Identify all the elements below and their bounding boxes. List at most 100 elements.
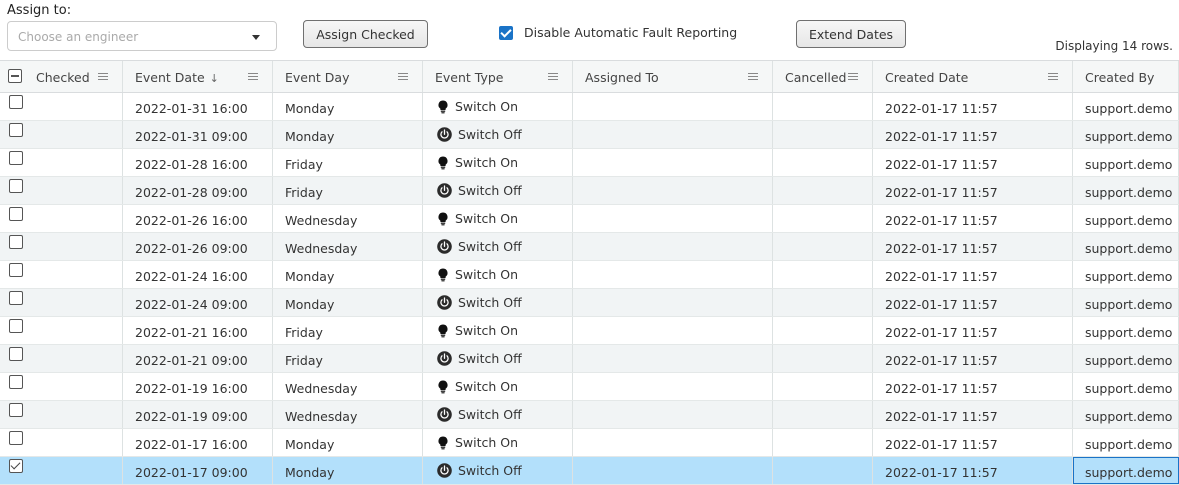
table-row[interactable]: 2022-01-26 09:00 Wednesday Switch Off 2022-… [0, 233, 1179, 261]
cell-checked[interactable] [0, 205, 123, 232]
row-checkbox[interactable] [9, 403, 23, 417]
cell-event-day: Monday [273, 261, 423, 288]
cell-assigned-to [573, 289, 773, 316]
cell-event-day: Friday [273, 149, 423, 176]
row-checkbox[interactable] [9, 431, 23, 445]
cell-created-by: support.demo [1073, 345, 1179, 372]
cell-event-type: Switch Off [423, 457, 573, 484]
cell-checked[interactable] [0, 401, 123, 428]
disable-fault-reporting-toggle[interactable]: Disable Automatic Fault Reporting [499, 25, 737, 40]
row-checkbox[interactable] [9, 319, 23, 333]
cell-event-date: 2022-01-28 16:00 [123, 149, 273, 176]
cell-event-type: Switch Off [423, 345, 573, 372]
created-date-value: 2022-01-17 11:57 [885, 129, 998, 144]
cell-cancelled [773, 345, 873, 372]
event-type-label: Switch Off [458, 351, 522, 366]
toolbar: Assign to: Choose an engineer Assign Che… [0, 0, 1179, 60]
column-header-label: Checked [36, 70, 90, 85]
engineer-select[interactable]: Choose an engineer [7, 21, 277, 51]
disable-fault-reporting-checkbox[interactable] [499, 25, 513, 40]
row-checkbox[interactable] [9, 263, 23, 277]
table-row[interactable]: 2022-01-19 16:00 Wednesday Switch On 2022-0… [0, 373, 1179, 401]
cell-created-by: support.demo [1073, 205, 1179, 232]
sort-descending-icon[interactable]: ↓ [210, 72, 219, 85]
cell-assigned-to [573, 345, 773, 372]
menu-icon[interactable] [398, 73, 408, 80]
table-row[interactable]: 2022-01-17 16:00 Monday Switch On 2022-01-1… [0, 429, 1179, 457]
row-checkbox[interactable] [9, 291, 23, 305]
cell-cancelled [773, 149, 873, 176]
column-header-cancelled[interactable]: Cancelled [773, 61, 873, 92]
event-day-value: Monday [285, 101, 335, 116]
event-type-value: Switch Off [437, 351, 522, 366]
cell-checked[interactable] [0, 233, 123, 260]
table-row[interactable]: 2022-01-21 09:00 Friday Switch Off 2022-01-… [0, 345, 1179, 373]
column-header-text-wrap: Event Type [435, 70, 504, 85]
event-type-label: Switch On [455, 379, 519, 394]
row-checkbox[interactable] [9, 347, 23, 361]
table-row[interactable]: 2022-01-31 09:00 Monday Switch Off 2022-01-… [0, 121, 1179, 149]
cell-cancelled [773, 93, 873, 120]
cell-checked[interactable] [0, 261, 123, 288]
menu-icon[interactable] [548, 73, 558, 80]
column-header-event-day[interactable]: Event Day [273, 61, 423, 92]
table-row[interactable]: 2022-01-26 16:00 Wednesday Switch On 2022-0… [0, 205, 1179, 233]
cell-checked[interactable] [0, 289, 123, 316]
menu-icon[interactable] [748, 73, 758, 80]
column-header-event-type[interactable]: Event Type [423, 61, 573, 92]
select-all-checkbox[interactable] [8, 69, 22, 83]
cell-checked[interactable] [0, 149, 123, 176]
cell-event-day: Friday [273, 345, 423, 372]
cell-assigned-to [573, 429, 773, 456]
cell-assigned-to [573, 205, 773, 232]
column-header-checked[interactable]: Checked [0, 61, 123, 92]
column-header-event-date[interactable]: Event Date ↓ [123, 61, 273, 92]
row-checkbox[interactable] [9, 459, 23, 473]
cell-assigned-to [573, 149, 773, 176]
menu-icon[interactable] [848, 73, 858, 80]
table-row[interactable]: 2022-01-17 09:00 Monday Switch Off 2022-01-… [0, 457, 1179, 485]
table-row[interactable]: 2022-01-28 09:00 Friday Switch Off 2022-01-… [0, 177, 1179, 205]
column-header-created-by[interactable]: Created By [1073, 61, 1179, 92]
table-row[interactable]: 2022-01-31 16:00 Monday Switch On 2022-01-1… [0, 93, 1179, 121]
cell-checked[interactable] [0, 177, 123, 204]
column-header-text-wrap: Created Date [885, 70, 968, 85]
event-day-value: Friday [285, 353, 323, 368]
menu-icon[interactable] [98, 73, 108, 80]
cell-checked[interactable] [0, 317, 123, 344]
table-row[interactable]: 2022-01-21 16:00 Friday Switch On 2022-01-1… [0, 317, 1179, 345]
event-type-value: Switch On [437, 211, 518, 226]
table-row[interactable]: 2022-01-28 16:00 Friday Switch On 2022-01-1… [0, 149, 1179, 177]
cell-created-date: 2022-01-17 11:57 [873, 261, 1073, 288]
cell-event-type: Switch On [423, 429, 573, 456]
event-day-value: Wednesday [285, 241, 358, 256]
event-date-value: 2022-01-17 09:00 [135, 465, 248, 480]
cell-event-date: 2022-01-31 16:00 [123, 93, 273, 120]
power-icon [437, 463, 452, 478]
column-header-assigned-to[interactable]: Assigned To [573, 61, 773, 92]
row-checkbox[interactable] [9, 151, 23, 165]
cell-checked[interactable] [0, 121, 123, 148]
menu-icon[interactable] [1048, 73, 1058, 80]
row-checkbox[interactable] [9, 123, 23, 137]
cell-checked[interactable] [0, 345, 123, 372]
cell-checked[interactable] [0, 93, 123, 120]
row-checkbox[interactable] [9, 375, 23, 389]
cell-checked[interactable] [0, 429, 123, 456]
assign-checked-button[interactable]: Assign Checked [303, 20, 428, 48]
event-type-label: Switch Off [458, 183, 522, 198]
row-checkbox[interactable] [9, 235, 23, 249]
row-checkbox[interactable] [9, 95, 23, 109]
table-row[interactable]: 2022-01-24 09:00 Monday Switch Off 2022-01-… [0, 289, 1179, 317]
cell-checked[interactable] [0, 373, 123, 400]
cell-event-date: 2022-01-19 16:00 [123, 373, 273, 400]
row-checkbox[interactable] [9, 179, 23, 193]
cell-checked[interactable] [0, 457, 123, 484]
row-checkbox[interactable] [9, 207, 23, 221]
table-row[interactable]: 2022-01-24 16:00 Monday Switch On 2022-01-1… [0, 261, 1179, 289]
cell-event-date: 2022-01-17 16:00 [123, 429, 273, 456]
table-row[interactable]: 2022-01-19 09:00 Wednesday Switch Off 2022-… [0, 401, 1179, 429]
column-header-created-date[interactable]: Created Date [873, 61, 1073, 92]
extend-dates-button[interactable]: Extend Dates [796, 20, 906, 48]
menu-icon[interactable] [248, 73, 258, 80]
